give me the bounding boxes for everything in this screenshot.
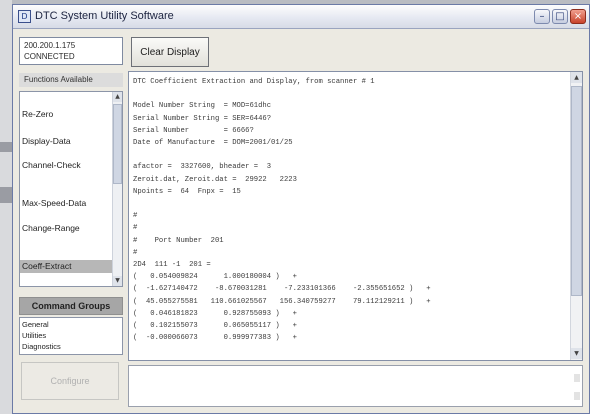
minimize-icon[interactable]: – — [534, 9, 550, 24]
title-bar: D DTC System Utility Software – □ × — [13, 5, 589, 29]
functions-list[interactable]: Re-Zero Display-Data Channel-Check Max-S… — [19, 91, 123, 287]
command-input[interactable] — [128, 365, 583, 407]
function-item-max-speed-data[interactable]: Max-Speed-Data — [20, 197, 112, 210]
output-line: afactor = 3327600, bheader = 3 — [133, 163, 272, 172]
connection-address: 200.200.1.175 — [24, 41, 76, 50]
output-line: ( 0.054009824 1.000180004 ) + — [133, 273, 297, 282]
scroll-thumb[interactable] — [571, 86, 582, 296]
close-icon[interactable]: × — [570, 9, 586, 24]
output-display[interactable]: DTC Coefficient Extraction and Display, … — [128, 71, 583, 361]
functions-scrollbar[interactable]: ▲ ▼ — [112, 92, 122, 286]
output-line: # — [133, 212, 138, 221]
output-line: ( -1.627140472 -8.670031281 -7.233101366… — [133, 285, 431, 294]
background-tab — [0, 187, 12, 203]
function-item-display-data[interactable]: Display-Data — [20, 135, 112, 148]
connection-state: CONNECTED — [24, 52, 75, 61]
output-line: ( 0.046181823 0.928755093 ) + — [133, 309, 297, 318]
output-line: ( 0.102155073 0.065055117 ) + — [133, 322, 297, 330]
scroll-down-icon[interactable]: ▼ — [113, 276, 122, 286]
scroll-up-icon — [574, 374, 580, 382]
output-line: Date of Manufacture = DOM=2001/01/25 — [133, 139, 293, 147]
output-line: # — [133, 224, 138, 233]
clear-display-button[interactable]: Clear Display — [131, 37, 209, 67]
function-item-change-range[interactable]: Change-Range — [20, 222, 112, 235]
scroll-down-icon[interactable]: ▼ — [571, 348, 582, 359]
scroll-down-icon — [574, 392, 580, 400]
scroll-up-icon[interactable]: ▲ — [113, 92, 122, 102]
maximize-icon[interactable]: □ — [552, 9, 568, 24]
background-tab — [0, 142, 12, 152]
connection-status: 200.200.1.175 CONNECTED — [19, 37, 123, 65]
command-group-diagnostics[interactable]: Diagnostics — [22, 342, 61, 352]
window-title: DTC System Utility Software — [35, 10, 174, 22]
output-line: ( 45.055275581 110.661025567 156.3407592… — [133, 297, 431, 306]
command-groups-header: Command Groups — [19, 297, 123, 315]
output-line: Serial Number String = SER=6446? — [133, 114, 272, 123]
configure-button[interactable]: Configure — [21, 362, 119, 400]
output-scrollbar[interactable]: ▲ ▼ — [570, 72, 582, 360]
scroll-up-icon[interactable]: ▲ — [571, 72, 582, 83]
app-icon: D — [18, 10, 31, 23]
command-groups-list[interactable]: General Utilities Diagnostics — [19, 317, 123, 355]
background-panel — [0, 0, 12, 414]
output-line: DTC Coefficient Extraction and Display, … — [133, 78, 375, 86]
output-line: Npoints = 64 Fnpx = 15 — [133, 187, 241, 196]
output-line: 2D4 111 -1 201 = — [133, 261, 211, 269]
output-line: Zeroit.dat, Zeroit.dat = 29922 2223 — [133, 175, 297, 184]
output-line: ( -0.000066073 0.999977383 ) + — [133, 334, 297, 343]
scroll-thumb[interactable] — [113, 104, 122, 184]
output-line: # Port Number 201 — [133, 236, 224, 245]
function-item-coeff-extract[interactable]: Coeff-Extract — [20, 260, 112, 273]
command-group-utilities[interactable]: Utilities — [22, 331, 46, 341]
function-item-channel-check[interactable]: Channel-Check — [20, 159, 112, 172]
functions-available-label: Functions Available — [19, 73, 123, 87]
output-line: Serial Number = 6666? — [133, 126, 254, 135]
output-line: Model Number String = MOD=61dhc — [133, 102, 272, 111]
function-item-re-zero[interactable]: Re-Zero — [20, 108, 112, 121]
command-group-general[interactable]: General — [22, 320, 49, 330]
app-window: D DTC System Utility Software – □ × 200.… — [12, 4, 590, 414]
output-line: # — [133, 248, 138, 257]
